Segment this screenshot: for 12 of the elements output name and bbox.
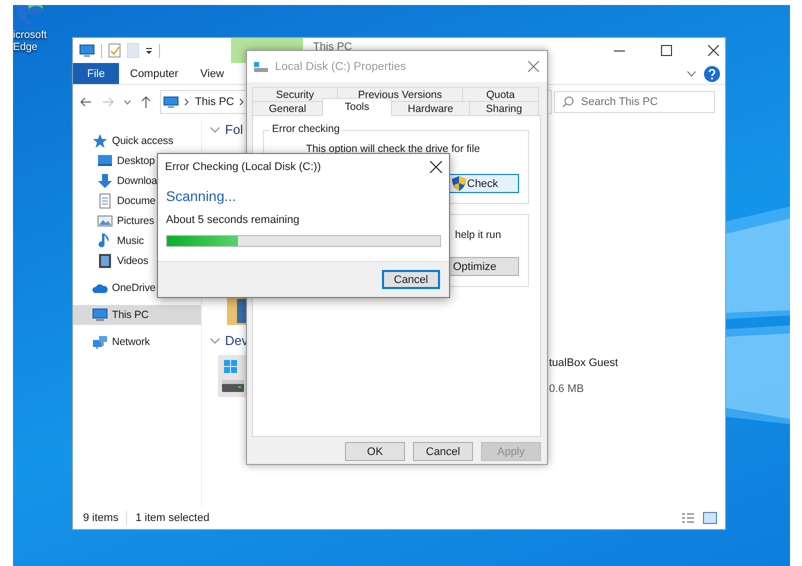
status-heading: Scanning... xyxy=(166,188,236,204)
dialog-title: Local Disk (C:) Properties xyxy=(275,60,406,72)
time-remaining: About 5 seconds remaining xyxy=(166,214,300,226)
window-title: This PC xyxy=(313,40,352,53)
dialog-title: Error Checking (Local Disk (C:)) xyxy=(165,161,321,173)
description-text: help it run xyxy=(455,229,502,241)
selection-count: 1 item selected xyxy=(135,512,210,524)
item-count: 9 items xyxy=(83,512,118,524)
device-size: 0.6 MB xyxy=(549,383,584,395)
group-label: Error checking xyxy=(270,123,342,135)
description-text: This option will check the drive for file xyxy=(306,143,480,155)
device-name: tualBox Guest xyxy=(549,357,618,369)
